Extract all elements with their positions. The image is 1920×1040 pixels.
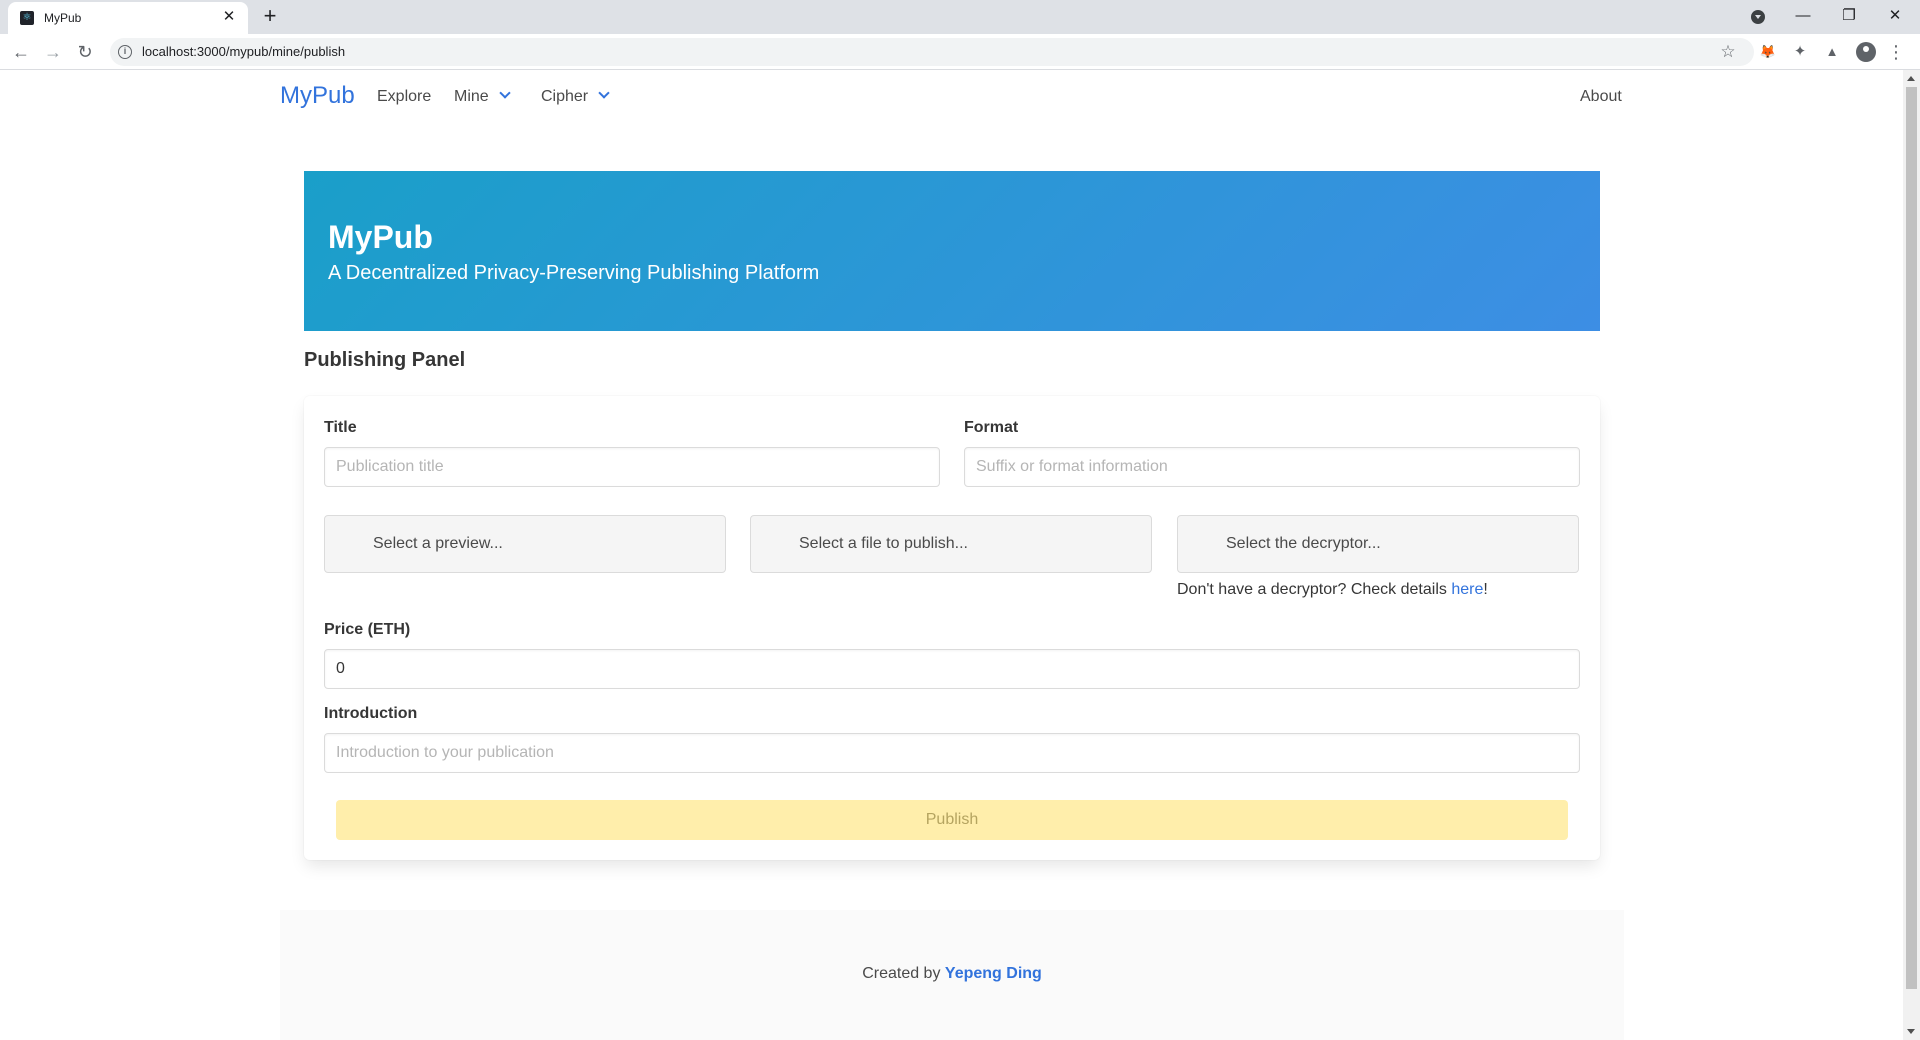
footer-credit: Created by Yepeng Ding	[862, 965, 1042, 982]
react-favicon-icon: ⚛	[20, 11, 34, 25]
decryptor-file-label: Select the decryptor...	[1226, 535, 1381, 552]
extensions-puzzle-icon[interactable]: ✦	[1790, 42, 1810, 62]
tab-close-icon[interactable]: ✕	[220, 8, 238, 26]
tab-search-icon[interactable]	[1748, 7, 1768, 27]
labs-flask-icon[interactable]: ▲	[1822, 42, 1842, 62]
panel-heading: Publishing Panel	[304, 349, 466, 371]
introduction-label: Introduction	[324, 705, 418, 722]
decryptor-help-text: Don't have a decryptor? Check details he…	[1177, 581, 1488, 598]
hero-banner: MyPub A Decentralized Privacy-Preserving…	[304, 171, 1600, 331]
close-window-button[interactable]: ✕	[1872, 0, 1918, 34]
scroll-down-arrow-icon[interactable]	[1907, 1029, 1915, 1034]
metamask-extension-icon[interactable]: 🦊	[1758, 42, 1778, 62]
reload-button[interactable]: ↻	[72, 39, 98, 65]
nav-mine-label: Mine	[454, 88, 489, 105]
page-viewport: MyPub Explore Mine Cipher About MyPub A …	[0, 70, 1920, 1040]
preview-file-input[interactable]: Select a preview...	[324, 515, 726, 573]
browser-menu-icon[interactable]: ⋮	[1886, 42, 1906, 62]
address-bar[interactable]: i localhost:3000/mypub/mine/publish	[110, 38, 1754, 66]
preview-file-label: Select a preview...	[373, 535, 503, 552]
nav-cipher-label: Cipher	[541, 88, 589, 105]
browser-tab[interactable]: ⚛ MyPub ✕	[8, 2, 248, 34]
format-label: Format	[964, 419, 1019, 436]
site-footer: Created by Yepeng Ding	[280, 910, 1624, 1040]
back-button[interactable]: ←	[8, 39, 34, 65]
address-url[interactable]: localhost:3000/mypub/mine/publish	[142, 44, 345, 59]
hero-title: MyPub	[328, 219, 433, 255]
new-tab-button[interactable]: +	[258, 5, 282, 29]
publish-button[interactable]: Publish	[336, 800, 1568, 840]
restore-button[interactable]: ❐	[1826, 0, 1872, 34]
browser-tabbar: ⚛ MyPub ✕ + — ❐ ✕	[0, 0, 1920, 34]
price-label: Price (ETH)	[324, 621, 411, 638]
nav-mine-dropdown[interactable]: Mine	[454, 87, 511, 106]
site-navbar: MyPub Explore Mine Cipher About	[280, 70, 1624, 126]
forward-button[interactable]: →	[40, 39, 66, 65]
brand-logo[interactable]: MyPub	[280, 82, 355, 110]
nav-cipher-dropdown[interactable]: Cipher	[541, 87, 610, 106]
title-label: Title	[324, 419, 357, 436]
scroll-thumb[interactable]	[1906, 87, 1917, 989]
publish-file-label: Select a file to publish...	[799, 535, 968, 552]
scroll-up-arrow-icon[interactable]	[1907, 76, 1915, 81]
decryptor-help-link[interactable]: here	[1451, 581, 1483, 598]
page-scrollbar[interactable]	[1903, 70, 1920, 1040]
introduction-input[interactable]	[324, 733, 1580, 773]
profile-avatar-icon[interactable]	[1856, 42, 1876, 62]
nav-explore[interactable]: Explore	[377, 88, 431, 106]
nav-about[interactable]: About	[1580, 88, 1622, 106]
publish-file-input[interactable]: Select a file to publish...	[750, 515, 1152, 573]
bookmark-star-icon[interactable]: ☆	[1718, 42, 1738, 62]
site-info-icon[interactable]: i	[118, 45, 132, 59]
footer-author-link[interactable]: Yepeng Ding	[945, 965, 1042, 982]
hero-subtitle: A Decentralized Privacy-Preserving Publi…	[328, 262, 820, 284]
format-input[interactable]	[964, 447, 1580, 487]
browser-toolbar: ← → ↻ i localhost:3000/mypub/mine/publis…	[0, 34, 1920, 70]
title-input[interactable]	[324, 447, 940, 487]
decryptor-file-input[interactable]: Select the decryptor...	[1177, 515, 1579, 573]
chevron-down-icon	[499, 87, 511, 99]
price-input[interactable]	[324, 649, 1580, 689]
chevron-down-icon	[598, 87, 610, 99]
tab-title: MyPub	[44, 11, 82, 25]
publishing-form-card: Title Format Select a preview... Select …	[304, 396, 1600, 860]
minimize-button[interactable]: —	[1780, 0, 1826, 34]
